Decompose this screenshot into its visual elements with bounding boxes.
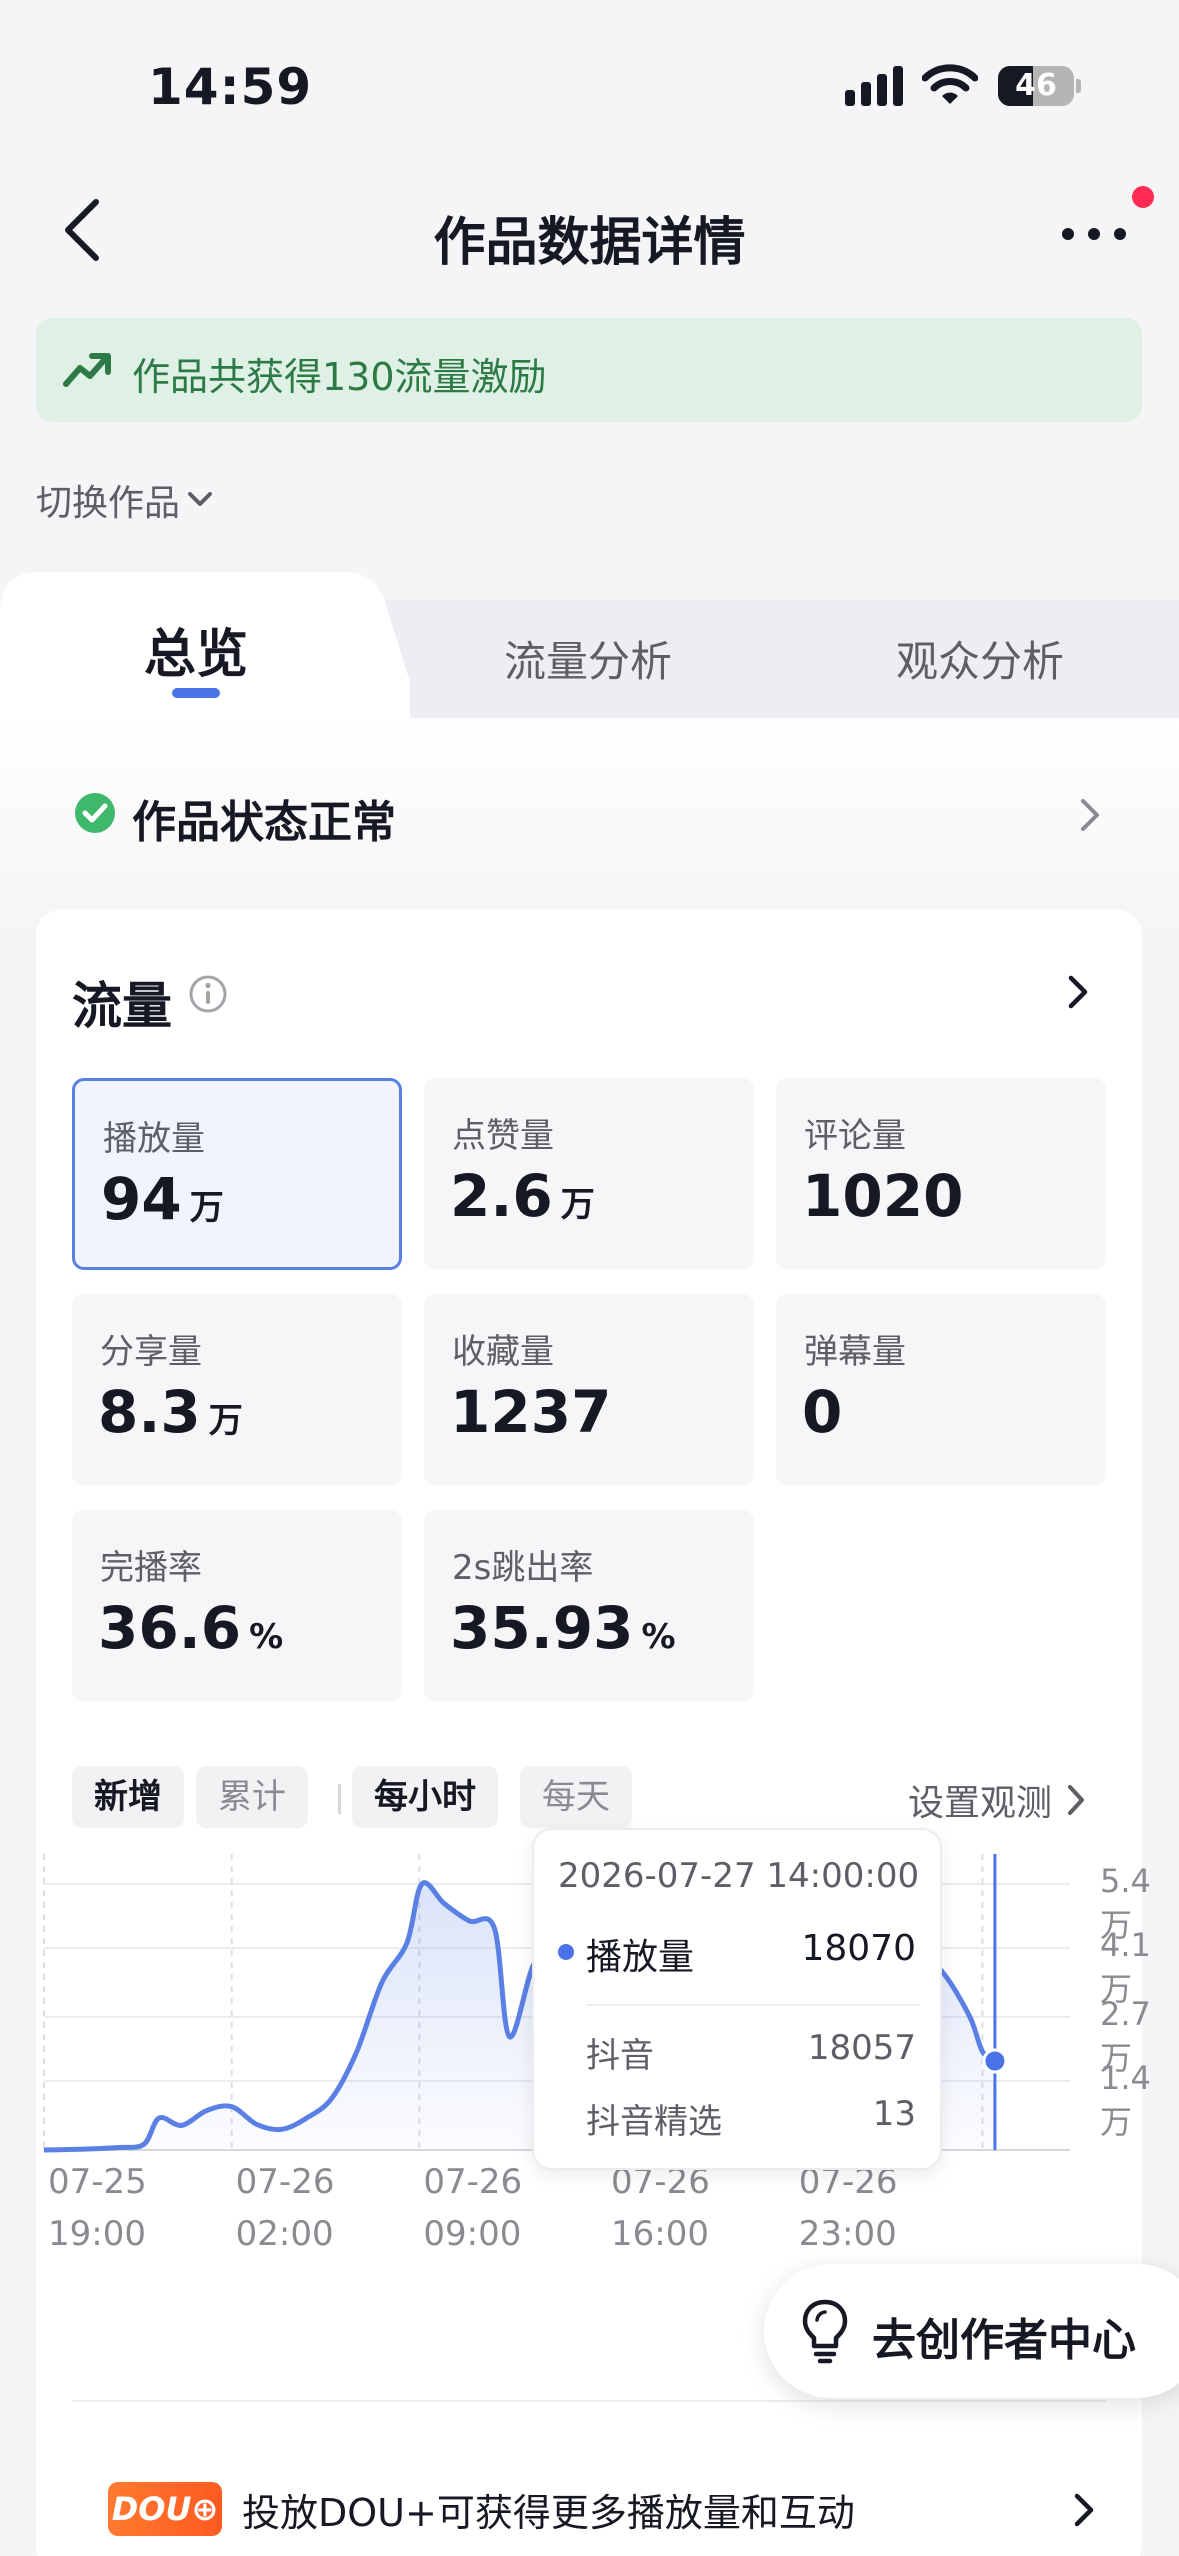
- metric-value: 1020: [802, 1162, 964, 1230]
- tooltip-series-value: 18070: [801, 1928, 916, 1969]
- trending-up-icon: [63, 353, 111, 387]
- battery-icon: 46: [998, 66, 1081, 106]
- tooltip-series-name: 播放量: [586, 1937, 695, 1978]
- metric-label: 完播率: [100, 1548, 202, 1588]
- notification-dot: [1132, 186, 1154, 208]
- metric-shares[interactable]: 分享量 8.3 万: [72, 1294, 402, 1486]
- wifi-icon: [922, 64, 978, 104]
- page-title: 作品数据详情: [433, 213, 746, 273]
- chip-new[interactable]: 新增: [72, 1766, 184, 1828]
- tooltip-breakdown-value: 13: [872, 2094, 916, 2134]
- x-tick-label: 07-26 23:00: [799, 2156, 898, 2260]
- tab-overview[interactable]: 总览: [96, 612, 296, 687]
- metric-value: 36.6%: [98, 1594, 284, 1662]
- traffic-detail-chevron-icon[interactable]: [1066, 972, 1090, 1012]
- check-circle-icon: [75, 793, 115, 833]
- metric-likes[interactable]: 点赞量 2.6 万: [424, 1078, 754, 1270]
- chevron-right-icon: [1068, 1785, 1085, 1815]
- card-divider: [72, 2400, 1106, 2402]
- battery-level: 46: [1015, 68, 1057, 103]
- incentive-text: 作品共获得130流量激励: [132, 355, 547, 399]
- tooltip-breakdown-label: 抖音: [586, 2036, 654, 2076]
- tooltip-divider: [586, 2004, 920, 2006]
- chevron-down-icon: [188, 492, 213, 506]
- metric-value: 1237: [450, 1378, 612, 1446]
- tooltip-breakdown-label: 抖音精选: [586, 2102, 722, 2142]
- x-tick-label: 07-26 02:00: [236, 2156, 335, 2260]
- set-observation-link[interactable]: 设置观测: [908, 1774, 1086, 1826]
- metric-value: 35.93%: [450, 1594, 676, 1662]
- x-tick-date: 07-26: [423, 2162, 523, 2202]
- metric-value: 2.6 万: [450, 1162, 595, 1230]
- dou-promo-row[interactable]: DOU⊕ 投放DOU+可获得更多播放量和互动: [72, 2470, 1106, 2550]
- selected-point: [982, 2048, 1008, 2074]
- switch-work-dropdown[interactable]: 切换作品: [36, 474, 214, 526]
- tab-audience-analysis[interactable]: 观众分析: [880, 628, 1080, 689]
- metric-danmaku[interactable]: 弹幕量 0: [776, 1294, 1106, 1486]
- info-icon[interactable]: [188, 974, 228, 1014]
- chart-tooltip: 2026-07-27 14:00:00 播放量 18070 抖音 18057 抖…: [532, 1828, 942, 2170]
- chevron-right-icon: [1081, 799, 1099, 831]
- more-options-button[interactable]: [1056, 200, 1136, 260]
- metric-value: 94 万: [101, 1165, 224, 1233]
- tooltip-series-dot: [558, 1944, 574, 1960]
- x-tick-time: 02:00: [235, 2214, 334, 2254]
- x-tick-time: 09:00: [423, 2214, 522, 2254]
- x-tick-date: 07-26: [235, 2162, 335, 2202]
- x-tick-time: 23:00: [798, 2214, 897, 2254]
- metric-plays[interactable]: 播放量 94 万: [72, 1078, 402, 1270]
- metric-label: 评论量: [804, 1116, 906, 1156]
- dou-promo-text: 投放DOU+可获得更多播放量和互动: [242, 2491, 855, 2535]
- chip-cumulative[interactable]: 累计: [196, 1766, 308, 1828]
- creator-center-button[interactable]: 去创作者中心: [764, 2264, 1179, 2398]
- nav-bar: 作品数据详情: [0, 170, 1179, 290]
- lightbulb-icon: [802, 2299, 848, 2364]
- tooltip-time: 2026-07-27 14:00:00: [558, 1856, 920, 1896]
- metric-label: 2s跳出率: [452, 1548, 594, 1588]
- metric-value: 0: [802, 1378, 843, 1446]
- tab-traffic-analysis[interactable]: 流量分析: [488, 628, 688, 689]
- tab-bar: 总览 流量分析 观众分析: [0, 572, 1179, 752]
- status-time: 14:59: [148, 58, 313, 116]
- cellular-signal-icon: [845, 66, 903, 106]
- tooltip-breakdown-value: 18057: [807, 2028, 916, 2068]
- creator-center-label: 去创作者中心: [872, 2315, 1136, 2366]
- x-tick-date: 07-25: [48, 2162, 147, 2202]
- work-status-row[interactable]: 作品状态正常: [0, 760, 1179, 870]
- x-tick-label: 07-26 16:00: [611, 2156, 710, 2260]
- metric-favorites[interactable]: 收藏量 1237: [424, 1294, 754, 1486]
- x-tick-time: 19:00: [48, 2214, 146, 2254]
- active-tab-indicator: [172, 688, 220, 698]
- x-tick-time: 16:00: [611, 2214, 710, 2254]
- chevron-right-icon: [1074, 2493, 1094, 2527]
- metric-label: 收藏量: [452, 1332, 554, 1372]
- metric-label: 点赞量: [452, 1116, 554, 1156]
- chip-hourly[interactable]: 每小时: [352, 1766, 498, 1828]
- metric-label: 弹幕量: [804, 1332, 906, 1372]
- metric-comments[interactable]: 评论量 1020: [776, 1078, 1106, 1270]
- switch-work-label: 切换作品: [36, 483, 181, 524]
- metric-completion-rate[interactable]: 完播率 36.6%: [72, 1510, 402, 1702]
- metric-label: 分享量: [100, 1332, 202, 1372]
- x-tick-label: 07-25 19:00: [48, 2156, 147, 2260]
- status-bar: 14:59 46: [0, 0, 1179, 150]
- metric-2s-bounce-rate[interactable]: 2s跳出率 35.93%: [424, 1510, 754, 1702]
- y-tick-label: 1.4万: [1100, 2059, 1151, 2142]
- metric-value: 8.3 万: [98, 1378, 243, 1446]
- x-tick-label: 07-26 09:00: [423, 2156, 522, 2260]
- chip-divider: [338, 1784, 341, 1814]
- traffic-title: 流量: [72, 977, 172, 1035]
- work-status-text: 作品状态正常: [132, 797, 396, 848]
- set-observation-label: 设置观测: [908, 1783, 1053, 1824]
- chip-daily[interactable]: 每天: [520, 1766, 632, 1828]
- dou-plus-logo: DOU⊕: [108, 2482, 222, 2536]
- traffic-incentive-banner[interactable]: 作品共获得130流量激励: [36, 318, 1142, 422]
- metric-label: 播放量: [103, 1119, 205, 1159]
